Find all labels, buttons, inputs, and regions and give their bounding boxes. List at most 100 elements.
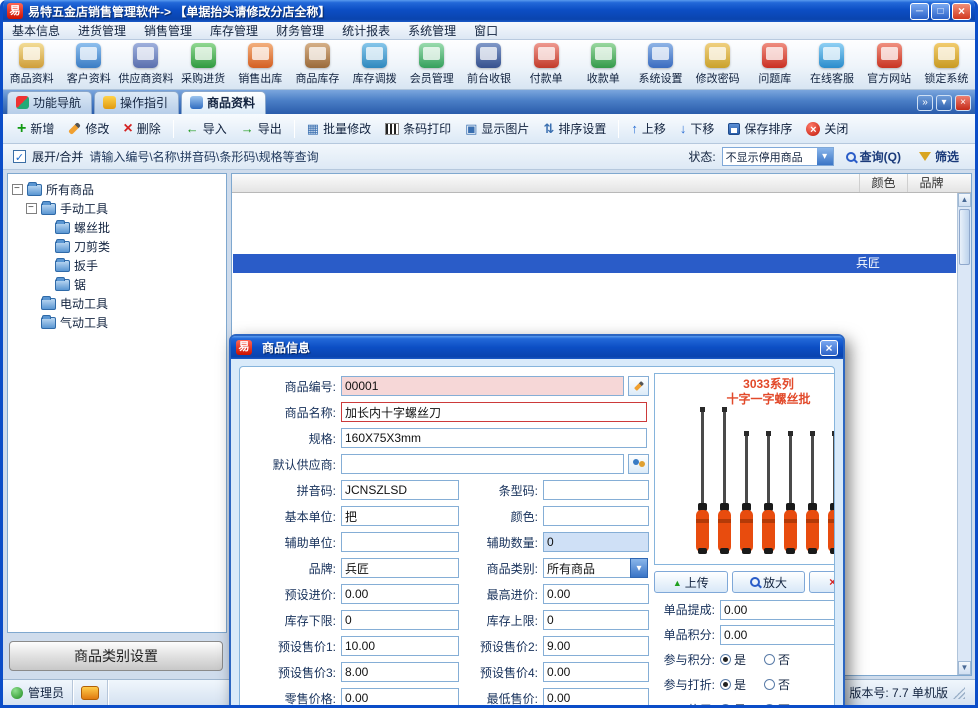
add-button[interactable]: 新增 xyxy=(11,117,60,140)
import-button[interactable]: 导入 xyxy=(180,117,233,140)
product-name-input[interactable] xyxy=(341,402,647,422)
edit-button[interactable]: 修改 xyxy=(62,117,115,140)
tree-item[interactable]: 手动工具 xyxy=(26,199,222,218)
preset-cost-input[interactable] xyxy=(341,584,459,604)
close-tab-button[interactable]: 关闭 xyxy=(800,117,854,140)
zoom-button[interactable]: 放大 xyxy=(732,571,806,593)
discount-no-radio[interactable]: 否 xyxy=(764,676,790,693)
tree-expander-icon[interactable] xyxy=(12,184,23,195)
toolbar-item-purchase[interactable]: 采购进货 xyxy=(175,40,232,89)
category-input[interactable] xyxy=(543,558,631,578)
price1-input[interactable] xyxy=(341,636,459,656)
sort-settings-button[interactable]: 排序设置 xyxy=(537,117,612,140)
query-button[interactable]: 查询(Q) xyxy=(840,145,907,168)
scroll-down-icon[interactable] xyxy=(958,661,971,675)
product-code-input[interactable] xyxy=(341,376,624,396)
status-dropdown[interactable]: 不显示停用商品 xyxy=(722,147,834,166)
tree-item[interactable]: 扳手 xyxy=(40,256,222,275)
color-input[interactable] xyxy=(543,506,649,526)
barcode-print-button[interactable]: 条码打印 xyxy=(379,117,457,140)
expand-collapse-checkbox[interactable] xyxy=(13,150,26,163)
delete-button[interactable]: 删除 xyxy=(117,117,166,140)
tab-guide[interactable]: 操作指引 xyxy=(94,91,179,114)
toolbar-item-password[interactable]: 修改密码 xyxy=(689,40,746,89)
tree-item[interactable]: 气动工具 xyxy=(26,313,222,332)
toolbar-item-website[interactable]: 官方网站 xyxy=(861,40,918,89)
batch-edit-button[interactable]: 批量修改 xyxy=(301,117,377,140)
toolbar-item-cashier[interactable]: 前台收银 xyxy=(460,40,517,89)
menu-item[interactable]: 进货管理 xyxy=(69,22,135,40)
stock-max-input[interactable] xyxy=(543,610,649,630)
table-scrollbar[interactable] xyxy=(957,193,971,675)
toolbar-item-online-service[interactable]: 在线客服 xyxy=(803,40,860,89)
menu-item[interactable]: 系统管理 xyxy=(399,22,465,40)
move-up-button[interactable]: 上移 xyxy=(625,117,672,140)
pinyin-input[interactable] xyxy=(341,480,459,500)
commission-input[interactable] xyxy=(720,600,835,620)
max-cost-input[interactable] xyxy=(543,584,649,604)
price4-input[interactable] xyxy=(543,662,649,682)
retail-price-input[interactable] xyxy=(341,688,459,708)
resize-grip[interactable] xyxy=(953,687,965,699)
table-row-selected[interactable]: 兵匠 xyxy=(233,254,956,273)
disable-yes-radio[interactable]: 是 xyxy=(720,701,746,708)
show-image-button[interactable]: 显示图片 xyxy=(459,117,535,140)
tree-item[interactable]: 螺丝批 xyxy=(40,218,222,237)
default-supplier-input[interactable] xyxy=(341,454,624,474)
menu-item[interactable]: 财务管理 xyxy=(267,22,333,40)
toolbar-item-stock[interactable]: 商品库存 xyxy=(289,40,346,89)
barcode-input[interactable] xyxy=(543,480,649,500)
tab-scroll-icon[interactable] xyxy=(917,95,933,111)
price2-input[interactable] xyxy=(543,636,649,656)
dialog-close-button[interactable] xyxy=(820,340,838,356)
menu-item[interactable]: 窗口 xyxy=(465,22,507,40)
tree-item[interactable]: 所有商品 xyxy=(12,180,222,199)
category-settings-button[interactable]: 商品类别设置 xyxy=(9,641,223,671)
scrollbar-thumb[interactable] xyxy=(959,209,970,265)
toolbar-item-products[interactable]: 商品资料 xyxy=(3,40,60,89)
menu-item[interactable]: 库存管理 xyxy=(201,22,267,40)
discount-yes-radio[interactable]: 是 xyxy=(720,676,746,693)
toolbar-item-payment[interactable]: 付款单 xyxy=(518,40,575,89)
category-dropdown-icon[interactable] xyxy=(630,558,648,578)
menu-item[interactable]: 基本信息 xyxy=(3,22,69,40)
chevron-down-icon[interactable] xyxy=(817,148,833,165)
aux-qty-input[interactable] xyxy=(543,532,649,552)
save-sort-button[interactable]: 保存排序 xyxy=(722,117,798,140)
tree-item[interactable]: 电动工具 xyxy=(26,294,222,313)
tab-function-nav[interactable]: 功能导航 xyxy=(7,91,92,114)
tree-item[interactable]: 锯 xyxy=(40,275,222,294)
disable-no-radio[interactable]: 否 xyxy=(764,701,790,708)
menu-item[interactable]: 销售管理 xyxy=(135,22,201,40)
scroll-up-icon[interactable] xyxy=(958,193,971,207)
points-no-radio[interactable]: 否 xyxy=(764,651,790,668)
tree-item[interactable]: 刀剪类 xyxy=(40,237,222,256)
toolbar-item-customers[interactable]: 客户资料 xyxy=(60,40,117,89)
tab-products[interactable]: 商品资料 xyxy=(181,91,266,114)
tree-expander-icon[interactable] xyxy=(26,203,37,214)
toolbar-item-members[interactable]: 会员管理 xyxy=(403,40,460,89)
toolbar-item-lock[interactable]: 锁定系统 xyxy=(918,40,975,89)
base-unit-input[interactable] xyxy=(341,506,459,526)
supplier-lookup-button[interactable] xyxy=(628,454,649,474)
spec-input[interactable] xyxy=(341,428,647,448)
price3-input[interactable] xyxy=(341,662,459,682)
minimize-button[interactable] xyxy=(910,3,929,20)
toolbar-item-suppliers[interactable]: 供应商资料 xyxy=(117,40,174,89)
tab-pin-icon[interactable] xyxy=(936,95,952,111)
points-input[interactable] xyxy=(720,625,835,645)
points-yes-radio[interactable]: 是 xyxy=(720,651,746,668)
toolbar-item-questions[interactable]: 问题库 xyxy=(746,40,803,89)
maximize-button[interactable] xyxy=(931,3,950,20)
toolbar-item-sales-out[interactable]: 销售出库 xyxy=(232,40,289,89)
toolbar-item-transfer[interactable]: 库存调拨 xyxy=(346,40,403,89)
toolbar-item-settings[interactable]: 系统设置 xyxy=(632,40,689,89)
upload-button[interactable]: 上传 xyxy=(654,571,728,593)
export-button[interactable]: 导出 xyxy=(235,117,288,140)
menu-item[interactable]: 统计报表 xyxy=(333,22,399,40)
edit-code-button[interactable] xyxy=(628,376,649,396)
delete-image-button[interactable]: 删除 xyxy=(809,571,835,593)
brand-input[interactable] xyxy=(341,558,459,578)
close-button[interactable] xyxy=(952,3,971,20)
move-down-button[interactable]: 下移 xyxy=(674,117,721,140)
